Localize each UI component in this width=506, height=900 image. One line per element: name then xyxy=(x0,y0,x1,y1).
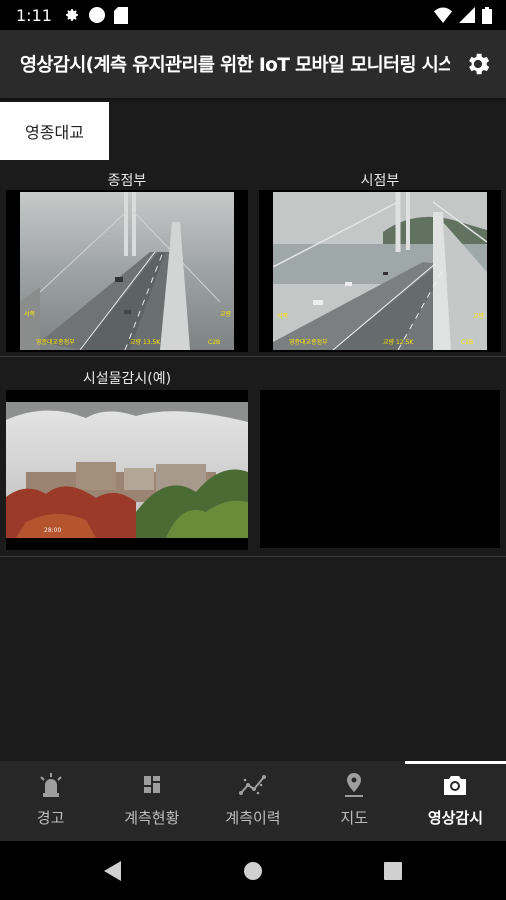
camera-tile-start[interactable]: 시점부 서쪽 교량 영종대교종점부 교량 12.5K C2B xyxy=(259,170,501,352)
camera-overlay-mid: 교량 12.5K xyxy=(383,339,414,346)
signal-icon xyxy=(459,7,475,23)
tab-yeongjong-bridge[interactable]: 영종대교 xyxy=(0,102,109,160)
alarm-light-icon xyxy=(39,773,62,797)
battery-icon xyxy=(482,6,492,24)
nav-item-warning[interactable]: 경고 xyxy=(0,761,101,841)
bottom-navigation: 경고 계측현황 계측이력 지도 영상감시 xyxy=(0,761,506,841)
system-navigation-bar xyxy=(0,841,506,900)
chart-line-icon xyxy=(239,775,266,795)
camera-corner-tl: 서쪽 xyxy=(24,310,36,318)
dashboard-grid-icon xyxy=(143,776,160,793)
camera-icon xyxy=(444,776,467,795)
nav-label: 계측현황 xyxy=(124,809,180,827)
camera-overlay-left: 영종대교종점부 xyxy=(36,338,75,346)
wifi-icon xyxy=(434,7,452,23)
camera-frame: 서쪽 교량 영종대교종점부 교량 12.5K C2B xyxy=(259,190,501,352)
sdcard-status-icon xyxy=(113,6,128,24)
tab-label: 영종대교 xyxy=(25,123,84,142)
nav-item-measurement-history[interactable]: 계측이력 xyxy=(202,761,303,841)
camera-overlay-right: C2B xyxy=(461,339,473,346)
map-pin-icon xyxy=(345,773,364,797)
camera-label: 시점부 xyxy=(360,173,400,189)
camera-tile-end[interactable]: 종점부 서쪽 교량 영종대교종점부 교량 13.5K C2B xyxy=(6,170,248,352)
camera-tile-empty xyxy=(260,390,500,548)
nav-label: 지도 xyxy=(340,809,369,827)
camera-feed-image[interactable]: 서쪽 교량 영종대교종점부 교량 12.5K C2B xyxy=(273,192,487,350)
row-divider xyxy=(0,556,506,557)
row-divider xyxy=(0,356,506,357)
nav-label: 영상감시 xyxy=(427,809,484,827)
camera-frame: 28:00 xyxy=(6,390,248,550)
recents-icon[interactable] xyxy=(384,861,402,880)
nav-item-video-surveillance[interactable]: 영상감시 xyxy=(404,761,506,841)
camera-overlay-left: 28:00 xyxy=(44,527,61,534)
app-bar: 영상감시(계측 유지관리를 위한 IoT 모바일 모니터링 시스템) xyxy=(0,30,506,98)
camera-corner-tr: 교량 xyxy=(220,311,232,318)
nav-item-map[interactable]: 지도 xyxy=(304,761,405,841)
nav-item-measurement-status[interactable]: 계측현황 xyxy=(101,761,202,841)
settings-status-icon xyxy=(65,9,78,21)
camera-corner-tl: 서쪽 xyxy=(277,312,289,320)
camera-feed-image[interactable]: 서쪽 교량 영종대교종점부 교량 13.5K C2B xyxy=(20,192,234,350)
circle-status-icon xyxy=(88,7,105,23)
back-icon[interactable] xyxy=(104,860,122,881)
home-icon[interactable] xyxy=(243,861,263,881)
camera-label: 시설물감시(예) xyxy=(82,371,172,387)
camera-tile-facility[interactable]: 시설물감시(예) 28:00 xyxy=(6,368,248,550)
camera-frame: 서쪽 교량 영종대교종점부 교량 13.5K C2B xyxy=(6,190,248,352)
camera-overlay-right: C2B xyxy=(208,339,220,346)
camera-feed-image[interactable]: 28:00 xyxy=(6,402,248,538)
camera-label: 종점부 xyxy=(107,173,147,189)
page-title: 영상감시(계측 유지관리를 위한 IoT 모바일 모니터링 시스템) xyxy=(20,55,450,76)
status-bar: 1:11 xyxy=(0,0,506,30)
camera-overlay-mid: 교량 13.5K xyxy=(130,339,161,346)
camera-corner-tr: 교량 xyxy=(473,313,485,320)
status-time: 1:11 xyxy=(16,5,52,25)
gear-icon[interactable] xyxy=(464,50,492,78)
nav-label: 경고 xyxy=(36,809,65,827)
nav-label: 계측이력 xyxy=(225,809,281,827)
camera-overlay-left: 영종대교종점부 xyxy=(289,338,328,346)
